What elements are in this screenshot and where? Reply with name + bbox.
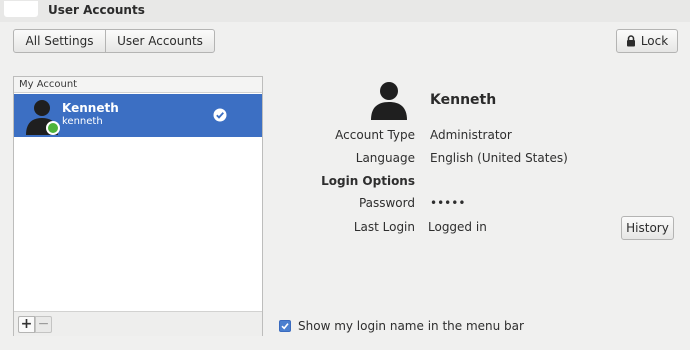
lock-icon bbox=[626, 35, 635, 47]
window-title: User Accounts bbox=[48, 3, 145, 17]
accounts-panel: My Account Kenneth kenneth + − bbox=[13, 76, 263, 336]
password-label: Password bbox=[358, 196, 415, 210]
user-accounts-button[interactable]: User Accounts bbox=[105, 29, 215, 53]
checkmark-icon bbox=[281, 323, 289, 330]
online-status-icon bbox=[46, 121, 60, 135]
add-account-button[interactable]: + bbox=[18, 316, 35, 333]
account-type-value[interactable]: Administrator bbox=[430, 128, 512, 142]
user-list-item[interactable]: Kenneth kenneth bbox=[14, 94, 262, 137]
title-bar: User Accounts bbox=[0, 0, 690, 22]
current-user-check-icon bbox=[213, 108, 227, 122]
account-type-label: Account Type bbox=[335, 128, 415, 142]
language-label: Language bbox=[355, 151, 415, 165]
show-login-name-checkbox[interactable] bbox=[279, 320, 291, 332]
show-login-name-label[interactable]: Show my login name in the menu bar bbox=[298, 319, 524, 333]
my-account-header: My Account bbox=[14, 77, 262, 93]
remove-account-button[interactable]: − bbox=[35, 316, 52, 333]
user-login: kenneth bbox=[62, 116, 103, 127]
login-options-heading: Login Options bbox=[321, 174, 415, 188]
lock-button-label: Lock bbox=[640, 34, 669, 48]
all-settings-button[interactable]: All Settings bbox=[13, 29, 106, 53]
history-button[interactable]: History bbox=[621, 216, 674, 240]
lock-button[interactable]: Lock bbox=[616, 29, 678, 53]
language-value[interactable]: English (United States) bbox=[430, 151, 568, 165]
account-list-toolbar: + − bbox=[14, 311, 262, 336]
last-login-label: Last Login bbox=[353, 220, 415, 234]
account-full-name[interactable]: Kenneth bbox=[430, 92, 496, 108]
user-name: Kenneth bbox=[62, 101, 119, 115]
password-value[interactable]: ••••• bbox=[430, 196, 465, 210]
last-login-value: Logged in bbox=[428, 220, 487, 234]
account-avatar-icon[interactable] bbox=[369, 80, 409, 120]
window-controls[interactable] bbox=[4, 1, 38, 17]
